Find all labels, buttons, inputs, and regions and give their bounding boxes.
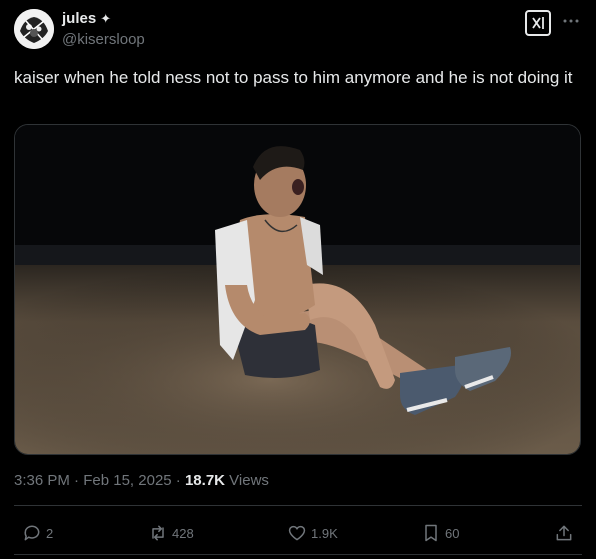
reply-button[interactable]: 2 <box>22 519 53 547</box>
grok-button[interactable] <box>525 10 551 36</box>
reply-icon <box>24 525 40 541</box>
post-time[interactable]: 3:36 PM <box>14 472 70 489</box>
post-meta: 3:36 PM · Feb 15, 2025 · 18.7K Views <box>14 472 269 489</box>
meta-separator: · <box>175 472 181 489</box>
divider <box>14 554 582 555</box>
share-icon <box>556 525 572 541</box>
bookmark-button[interactable]: 60 <box>421 519 459 547</box>
divider <box>14 505 582 506</box>
avatar[interactable] <box>14 9 54 49</box>
action-bar: 2 428 1.9K 60 <box>0 519 596 547</box>
post-text: kaiser when he told ness not to pass to … <box>14 68 573 87</box>
views-count: 18.7K <box>184 472 225 489</box>
repost-count: 428 <box>172 525 194 541</box>
meta-separator: · <box>74 472 80 489</box>
post-media[interactable] <box>14 124 581 455</box>
repost-button[interactable]: 428 <box>148 519 194 547</box>
heart-icon <box>288 525 306 541</box>
like-button[interactable]: 1.9K <box>287 519 338 547</box>
repost-icon <box>152 525 164 541</box>
more-icon <box>563 19 579 23</box>
video-thumbnail <box>15 125 580 454</box>
avatar-image <box>14 9 54 49</box>
user-handle[interactable]: @kisersloop <box>62 31 145 48</box>
grok-icon <box>532 17 544 29</box>
reply-count: 2 <box>46 525 54 541</box>
more-options-button[interactable] <box>560 10 582 32</box>
share-button[interactable] <box>554 519 574 547</box>
bookmark-icon <box>425 524 437 542</box>
sparkle-icon: ✦ <box>100 10 112 26</box>
display-name[interactable]: jules <box>62 10 96 27</box>
views-label: Views <box>229 472 269 489</box>
bookmark-count: 60 <box>445 525 460 541</box>
post-date[interactable]: Feb 15, 2025 <box>83 472 171 489</box>
like-count: 1.9K <box>311 525 338 541</box>
